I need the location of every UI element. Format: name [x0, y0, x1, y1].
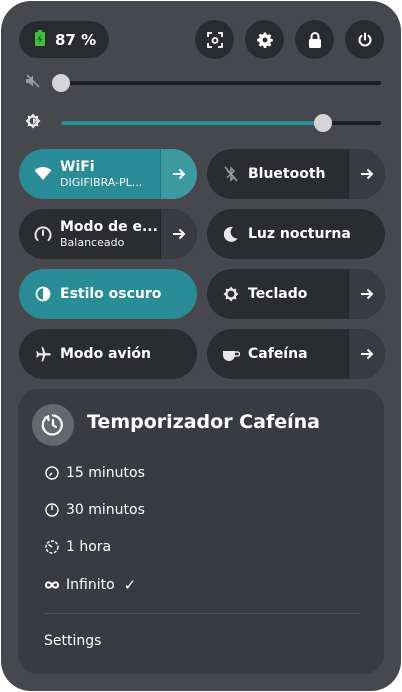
airplane-mode-toggle[interactable]: Modo avión — [19, 329, 197, 379]
battery-indicator[interactable]: 87 % — [19, 21, 109, 58]
airplane-icon — [33, 344, 53, 364]
timer-option-label: 15 minutos — [66, 465, 145, 481]
arrow-right-icon — [173, 168, 186, 180]
dark-style-label: Estilo oscuro — [60, 286, 162, 302]
gear-icon — [256, 32, 273, 48]
wifi-network-name: DIGIFIBRA-PL... — [60, 176, 143, 189]
tile-power-mode[interactable]: Modo de e... Balanceado — [19, 209, 197, 259]
timer-option-label: 30 minutos — [66, 502, 145, 518]
speaker-muted-icon — [25, 73, 43, 91]
wifi-icon — [33, 164, 53, 184]
dark-style-toggle[interactable]: Estilo oscuro — [19, 269, 197, 319]
timer-30-icon — [44, 502, 60, 518]
bluetooth-menu-button[interactable] — [348, 149, 385, 199]
infinity-icon — [44, 577, 60, 593]
brightness-icon — [25, 113, 43, 131]
caffeine-menu-title: Temporizador Cafeína — [87, 411, 320, 433]
brightness-slider-handle[interactable] — [314, 114, 333, 132]
caffeine-settings-link[interactable]: Settings — [44, 633, 101, 649]
timer-60-icon — [44, 539, 60, 555]
lock-button[interactable] — [295, 20, 334, 59]
quick-settings-panel: 87 % WiFi DIGIFIBRA-PL... Bluetooth Modo… — [1, 1, 401, 691]
brightness-slider-fill — [61, 121, 324, 125]
settings-button[interactable] — [245, 20, 284, 59]
lock-icon — [308, 31, 321, 48]
power-icon — [358, 32, 371, 47]
power-mode-menu-button[interactable] — [160, 209, 197, 259]
arrow-right-icon — [361, 168, 374, 180]
moon-icon — [221, 224, 241, 244]
volume-slider-handle[interactable] — [52, 74, 70, 92]
arrow-right-icon — [361, 288, 374, 300]
bluetooth-label: Bluetooth — [248, 166, 326, 182]
menu-divider — [44, 613, 360, 614]
checkmark-icon: ✓ — [123, 576, 137, 594]
timer-option-label: 1 hora — [66, 539, 112, 555]
caffeine-timer-menu: Temporizador Cafeína 15 minutos 30 minut… — [18, 389, 384, 674]
timer-option-label: Infinito — [66, 577, 115, 593]
tile-caffeine[interactable]: Cafeína — [207, 329, 385, 379]
night-light-label: Luz nocturna — [248, 226, 351, 242]
power-mode-label: Modo de e... — [60, 219, 158, 235]
power-mode-value: Balanceado — [60, 236, 125, 249]
keyboard-label: Teclado — [248, 286, 308, 302]
caffeine-label: Cafeína — [248, 346, 308, 362]
power-mode-gauge-icon — [33, 224, 53, 244]
dark-style-icon — [33, 284, 53, 304]
timer-header-icon — [32, 404, 74, 446]
keyboard-toggle[interactable]: Teclado — [207, 269, 348, 319]
timer-option-15[interactable]: 15 minutos — [44, 465, 145, 481]
night-light-toggle[interactable]: Luz nocturna — [207, 209, 385, 259]
keyboard-menu-button[interactable] — [348, 269, 385, 319]
brightness-slider-row — [25, 111, 381, 135]
tile-airplane-mode[interactable]: Modo avión — [19, 329, 197, 379]
brightness-slider[interactable] — [61, 114, 381, 132]
bluetooth-toggle[interactable]: Bluetooth — [207, 149, 348, 199]
battery-charging-icon — [35, 29, 45, 50]
arrow-right-icon — [173, 228, 186, 240]
timer-15-icon — [44, 465, 60, 481]
timer-option-infinite[interactable]: Infinito ✓ — [44, 576, 136, 594]
power-mode-toggle[interactable]: Modo de e... Balanceado — [19, 209, 160, 259]
volume-slider-row — [25, 71, 381, 95]
tile-bluetooth[interactable]: Bluetooth — [207, 149, 385, 199]
caffeine-menu-button[interactable] — [348, 329, 385, 379]
tile-night-light[interactable]: Luz nocturna — [207, 209, 385, 259]
arrow-right-icon — [361, 348, 374, 360]
keyboard-brightness-icon — [221, 284, 241, 304]
tile-wifi[interactable]: WiFi DIGIFIBRA-PL... — [19, 149, 197, 199]
wifi-label: WiFi — [60, 159, 95, 175]
power-button[interactable] — [345, 20, 384, 59]
wifi-toggle[interactable]: WiFi DIGIFIBRA-PL... — [19, 149, 160, 199]
battery-percent: 87 % — [55, 30, 97, 49]
wifi-menu-button[interactable] — [160, 149, 197, 199]
tile-dark-style[interactable]: Estilo oscuro — [19, 269, 197, 319]
volume-slider[interactable] — [52, 74, 381, 92]
caffeine-toggle[interactable]: Cafeína — [207, 329, 348, 379]
tile-keyboard[interactable]: Teclado — [207, 269, 385, 319]
screenshot-button[interactable] — [195, 20, 234, 59]
screenshot-icon — [206, 31, 223, 48]
airplane-mode-label: Modo avión — [60, 346, 152, 362]
coffee-cup-icon — [221, 344, 241, 364]
bluetooth-disabled-icon — [221, 164, 241, 184]
timer-option-60[interactable]: 1 hora — [44, 539, 111, 555]
timer-option-30[interactable]: 30 minutos — [44, 502, 145, 518]
